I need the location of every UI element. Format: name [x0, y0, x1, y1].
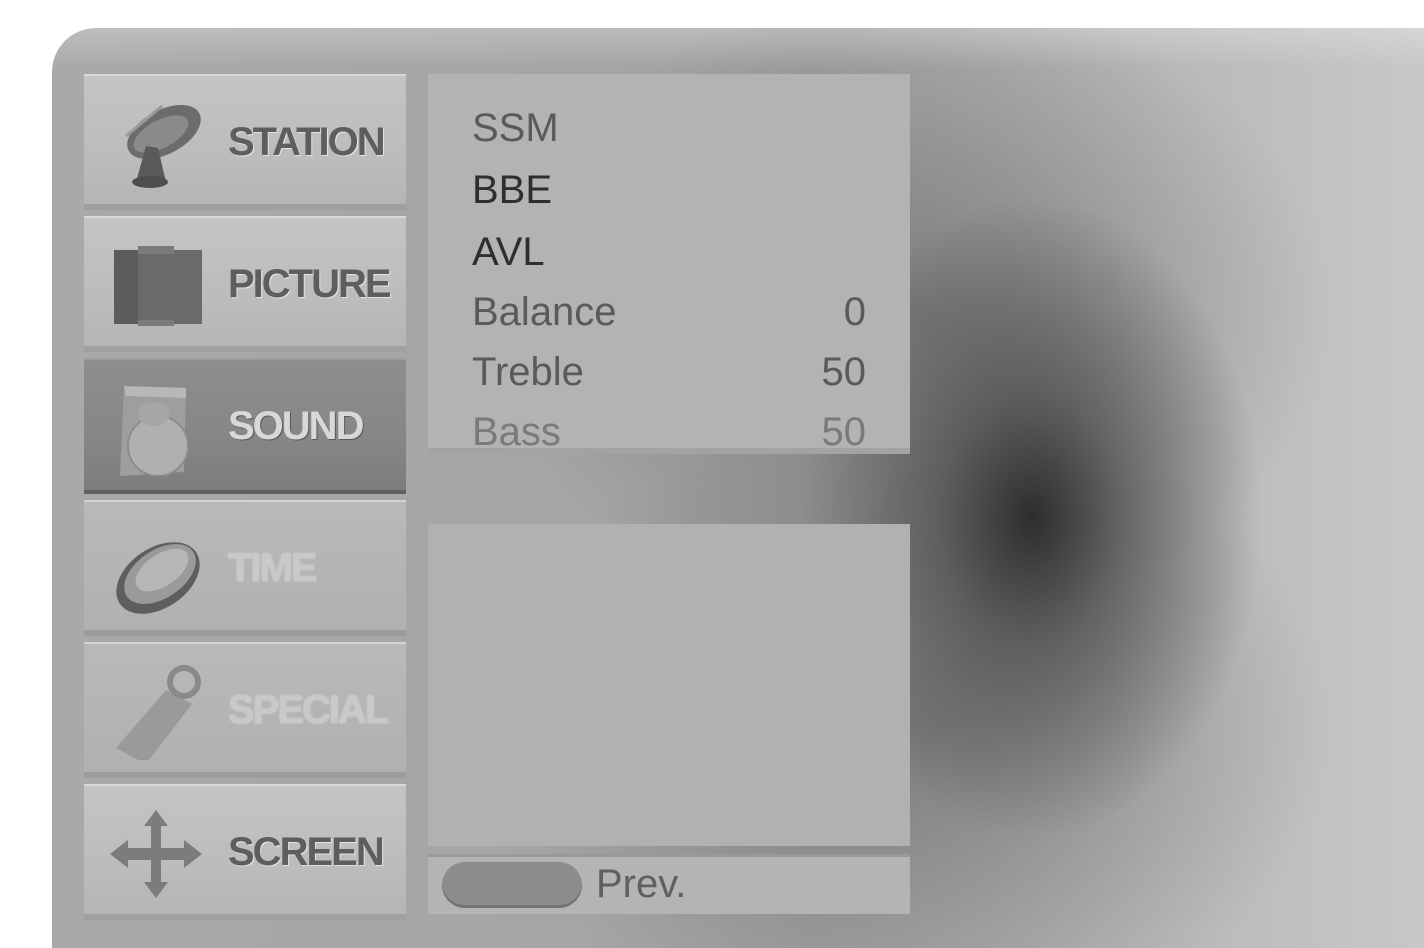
osd-menu-panel: STATION PICTURE SOUND TIME SPECIAL SCREE…	[52, 28, 1424, 948]
sound-submenu: SSM BBE AVL Balance 0 Treble 50 Bass 50	[428, 74, 910, 454]
submenu-item-label: BBE	[472, 167, 553, 212]
submenu-item-bbe[interactable]: BBE	[472, 162, 872, 218]
menu-item-label: SPECIAL	[228, 687, 389, 732]
menu-item-time[interactable]: TIME	[84, 500, 406, 636]
satellite-dish-icon	[125, 104, 201, 188]
submenu-item-value: 0	[843, 289, 866, 334]
menu-item-label: TIME	[228, 545, 318, 590]
menu-item-label: SOUND	[228, 403, 364, 448]
submenu-item-label: AVL	[472, 229, 545, 274]
submenu-item-label: Bass	[472, 409, 561, 454]
submenu-item-ssm[interactable]: SSM	[472, 100, 872, 156]
submenu-item-balance[interactable]: Balance 0	[472, 284, 872, 340]
menu-item-label: STATION	[228, 119, 386, 164]
menu-item-special[interactable]: SPECIAL	[84, 642, 406, 778]
menu-item-label: PICTURE	[228, 261, 392, 306]
menu-item-picture[interactable]: PICTURE	[84, 216, 406, 352]
menu-item-station[interactable]: STATION	[84, 74, 406, 210]
prev-button[interactable]	[442, 862, 582, 908]
submenu-item-bass[interactable]: Bass 50	[472, 404, 872, 460]
submenu-item-avl[interactable]: AVL	[472, 224, 872, 280]
menu-item-sound[interactable]: SOUND	[84, 358, 406, 494]
info-panel	[428, 524, 910, 846]
tv-screen-icon	[114, 246, 202, 326]
tag-icon	[116, 665, 201, 760]
submenu-item-treble[interactable]: Treble 50	[472, 344, 872, 400]
clock-icon	[116, 542, 200, 614]
submenu-item-label: SSM	[472, 105, 559, 150]
move-arrows-icon	[110, 810, 202, 898]
menu-item-label: SCREEN	[228, 829, 385, 874]
submenu-item-label: Treble	[472, 349, 584, 394]
submenu-item-value: 50	[821, 409, 867, 454]
menu-item-screen[interactable]: SCREEN	[84, 784, 406, 920]
submenu-item-label: Balance	[472, 289, 617, 334]
submenu-item-value: 50	[821, 349, 867, 394]
navigation-bar: Prev.	[428, 854, 910, 914]
prev-label: Prev.	[596, 861, 687, 906]
speaker-icon	[120, 386, 189, 476]
panel-top-highlight	[52, 28, 1424, 68]
